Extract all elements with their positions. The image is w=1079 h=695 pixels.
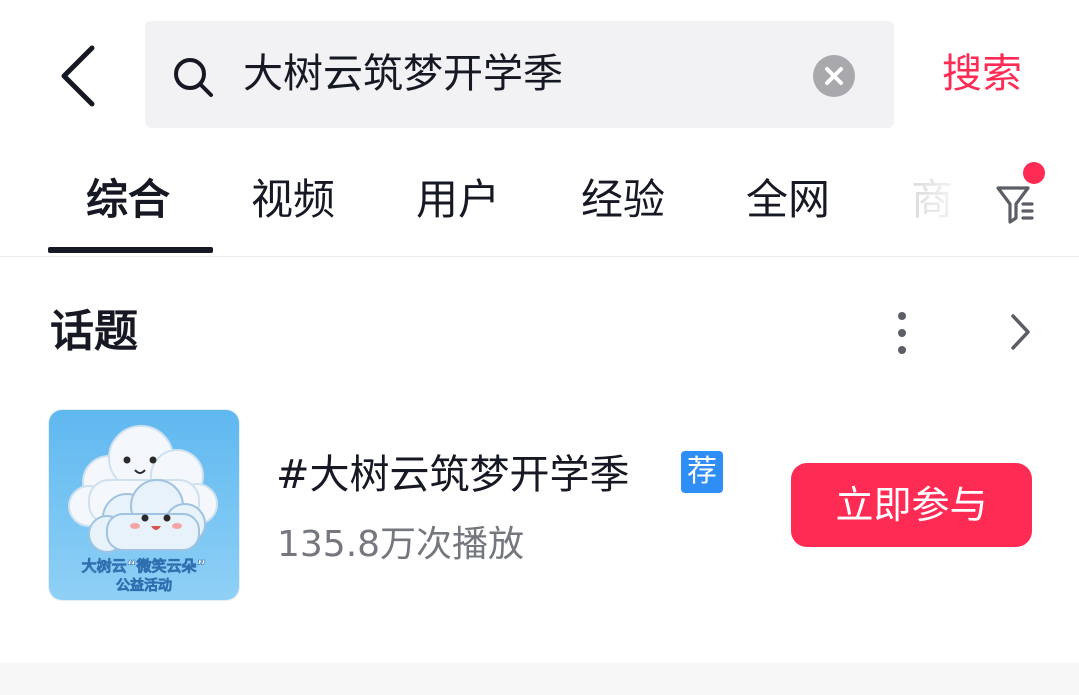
recommended-badge: 荐 [681, 451, 723, 493]
section-divider [0, 663, 1079, 695]
tab-users[interactable]: 用户 [416, 150, 500, 252]
chevron-right-icon[interactable] [1004, 310, 1036, 354]
notification-dot [1023, 162, 1045, 184]
topic-thumbnail[interactable]: 大树云“微笑云朵” 公益活动 [48, 409, 240, 601]
topic-title[interactable]: #大树云筑梦开学季 [276, 445, 630, 505]
topic-play-count: 135.8万次播放 [277, 524, 525, 565]
search-icon [174, 58, 213, 97]
search-input[interactable]: 大树云筑梦开学季 [243, 21, 563, 128]
active-tab-indicator [48, 247, 213, 253]
search-box[interactable]: 大树云筑梦开学季 [145, 21, 894, 128]
tab-experience[interactable]: 经验 [581, 150, 665, 252]
search-submit-button[interactable]: 搜索 [942, 21, 1022, 128]
tab-bar: 综合 视频 用户 经验 全网 商 [0, 150, 1079, 257]
tab-fade-overlay [880, 150, 990, 250]
chevron-left-icon [61, 45, 95, 107]
more-vertical-icon[interactable] [884, 308, 920, 358]
section-title: 话题 [50, 306, 138, 357]
tab-whole-web[interactable]: 全网 [746, 150, 830, 252]
cloud-mascot-image: 大树云“微笑云朵” 公益活动 [49, 410, 239, 600]
clear-circle-icon[interactable] [812, 54, 856, 98]
tab-videos[interactable]: 视频 [251, 150, 335, 252]
thumbnail-caption-line1: 大树云“微笑云朵” [82, 557, 207, 575]
back-button[interactable] [52, 40, 108, 112]
tab-comprehensive[interactable]: 综合 [86, 150, 170, 252]
thumbnail-caption-line2: 公益活动 [116, 577, 172, 594]
join-now-button[interactable]: 立即参与 [791, 463, 1032, 547]
